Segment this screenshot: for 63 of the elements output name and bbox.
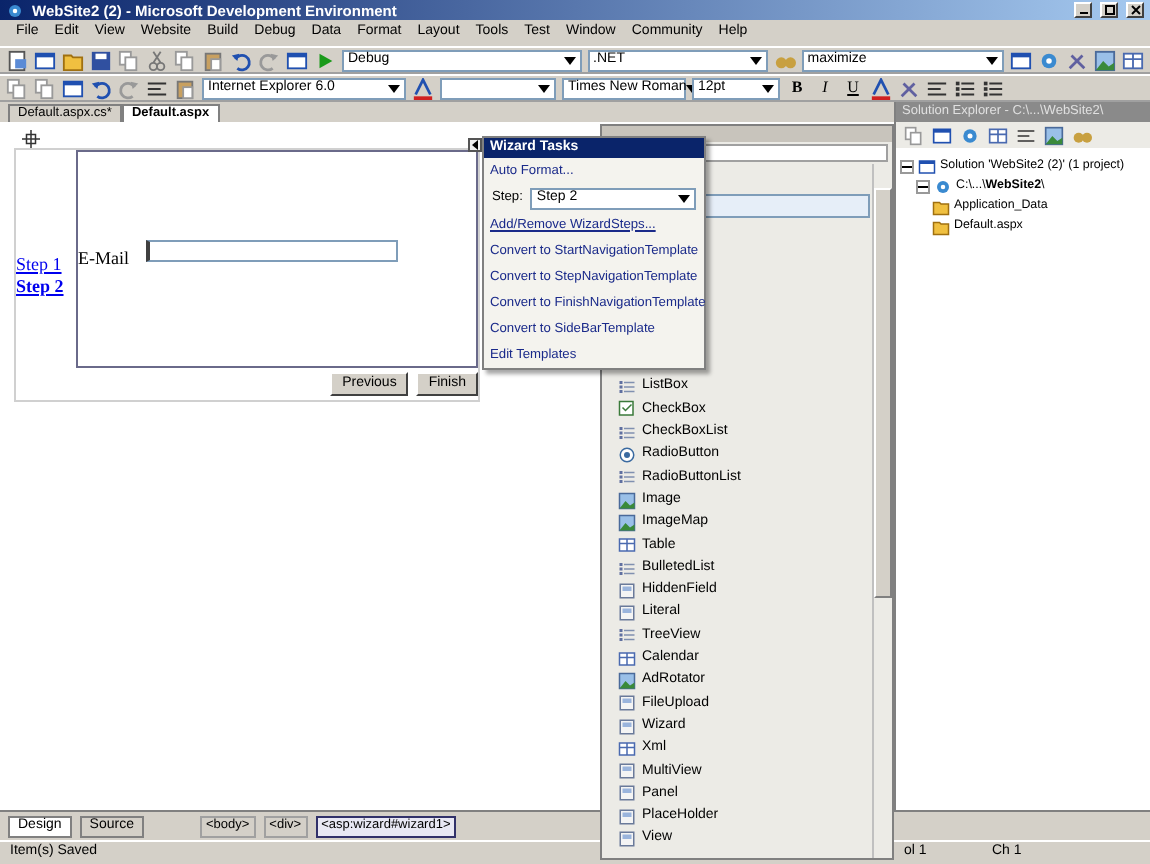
close-button[interactable] xyxy=(1126,2,1144,18)
field-label: E-Mail xyxy=(78,248,129,270)
control-icon xyxy=(618,830,636,849)
save-icon[interactable] xyxy=(90,49,112,71)
move-handle-icon[interactable] xyxy=(22,130,40,148)
align-icon[interactable] xyxy=(146,77,168,99)
control-icon xyxy=(618,717,636,736)
control-icon xyxy=(618,784,636,803)
image-icon xyxy=(618,672,636,690)
undo-icon[interactable] xyxy=(90,77,112,99)
list-icon[interactable] xyxy=(954,77,976,99)
image-icon xyxy=(618,491,636,510)
align-icon[interactable] xyxy=(926,77,948,99)
table-icon xyxy=(618,536,636,555)
picture-icon[interactable] xyxy=(1093,49,1116,71)
dropdown-arrow-icon[interactable] xyxy=(749,55,762,65)
font-color-icon[interactable] xyxy=(870,77,892,99)
control-icon xyxy=(618,581,636,600)
minimize-button[interactable] xyxy=(1074,2,1092,18)
app-logo-icon xyxy=(6,1,24,19)
close-icon xyxy=(1129,4,1141,16)
undo-icon[interactable] xyxy=(230,49,252,71)
dropdown-arrow-icon[interactable] xyxy=(563,55,576,65)
paste-icon[interactable] xyxy=(202,49,224,71)
scrollbar[interactable] xyxy=(872,164,892,858)
solution-icon xyxy=(918,157,936,175)
list-icon xyxy=(618,423,636,442)
restore-button[interactable] xyxy=(1100,2,1118,18)
dropdown-arrow-icon[interactable] xyxy=(762,83,774,93)
dropdown-arrow-icon[interactable] xyxy=(538,83,550,93)
list-icon[interactable] xyxy=(982,77,1004,99)
control-icon xyxy=(618,762,636,781)
underline-button[interactable]: U xyxy=(842,77,864,99)
list-icon xyxy=(618,378,636,397)
dropdown-arrow-icon[interactable] xyxy=(678,193,690,203)
smart-tag-button[interactable] xyxy=(468,138,482,152)
checkbox-icon xyxy=(618,400,636,419)
table-icon xyxy=(618,739,636,758)
dropdown-arrow-icon[interactable] xyxy=(388,83,400,93)
restore-icon xyxy=(1103,4,1115,16)
image-icon xyxy=(618,513,636,532)
radio-button-icon xyxy=(618,446,636,465)
paste-icon[interactable] xyxy=(174,77,196,99)
list-icon xyxy=(618,626,636,645)
gear-icon[interactable] xyxy=(1037,49,1060,71)
table-icon xyxy=(618,649,636,668)
italic-button[interactable]: I xyxy=(814,77,836,99)
email-field[interactable] xyxy=(145,240,397,262)
grid-icon[interactable] xyxy=(1121,49,1144,71)
step-link[interactable]: Step 2 xyxy=(16,275,76,297)
dropdown-arrow-icon[interactable] xyxy=(985,55,998,65)
control-icon xyxy=(618,604,636,623)
expander-icon[interactable] xyxy=(916,179,930,193)
list-icon xyxy=(618,468,636,487)
new-file-icon[interactable] xyxy=(6,49,28,71)
project-icon xyxy=(934,177,952,195)
list-icon xyxy=(618,559,636,578)
bold-button[interactable]: B xyxy=(786,77,808,99)
control-icon xyxy=(618,694,636,713)
control-icon xyxy=(618,807,636,826)
expander-icon[interactable] xyxy=(900,159,914,173)
step-link[interactable]: Step 1 xyxy=(16,253,76,275)
window-icon[interactable] xyxy=(1009,49,1032,71)
